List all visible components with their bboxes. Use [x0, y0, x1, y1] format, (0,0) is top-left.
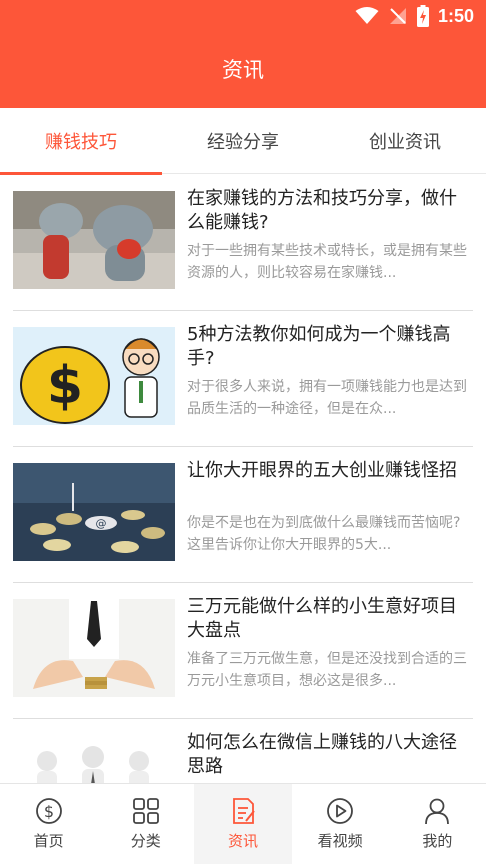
svg-text:@: @	[96, 517, 107, 530]
nav-category[interactable]: 分类	[97, 784, 194, 864]
grid-icon	[132, 798, 159, 824]
nav-home[interactable]: $ 首页	[0, 784, 97, 864]
nav-home-label: 首页	[33, 832, 64, 850]
nav-video-label: 看视频	[317, 832, 363, 850]
list-item[interactable]: 三万元能做什么样的小生意好项目大盘点 准备了三万元做生意，但是还没找到合适的三万…	[13, 583, 473, 719]
play-circle-icon	[327, 798, 354, 824]
bottom-navigation: $ 首页 分类 资讯 看视频 我的	[0, 783, 486, 864]
battery-charging-icon	[416, 5, 429, 27]
document-icon	[233, 798, 255, 824]
article-thumbnail: @	[13, 463, 175, 561]
article-thumbnail	[13, 599, 175, 697]
nav-video[interactable]: 看视频	[292, 784, 389, 864]
status-time: 1:50	[437, 5, 474, 26]
nav-category-label: 分类	[130, 832, 161, 850]
list-item[interactable]: 在家赚钱的方法和技巧分享，做什么能赚钱? 对于一些拥有某些技术或特长，或是拥有某…	[13, 175, 473, 311]
tab-experience-sharing[interactable]: 经验分享	[162, 108, 324, 174]
nav-profile-label: 我的	[422, 832, 453, 850]
tab-startup-news[interactable]: 创业资讯	[324, 108, 486, 174]
tab-money-tips[interactable]: 赚钱技巧	[0, 108, 162, 175]
article-thumbnail	[13, 735, 175, 783]
article-description: 对于一些拥有某些技术或特长，或是拥有某些资源的人，则比较容易在家赚钱...	[187, 243, 467, 281]
list-item[interactable]: 如何怎么在微信上赚钱的八大途径思路	[13, 719, 473, 783]
list-item[interactable]: $ 5种方法教你如何成为一个赚钱高手? 对于很多人来说，拥有一项赚钱能力也是达到…	[13, 311, 473, 447]
article-title: 在家赚钱的方法和技巧分享，做什么能赚钱?	[187, 188, 457, 233]
user-icon	[425, 798, 450, 825]
category-tabs: 赚钱技巧 经验分享 创业资讯	[0, 108, 486, 175]
article-title: 三万元能做什么样的小生意好项目大盘点	[187, 596, 457, 641]
svg-text:$: $	[47, 356, 83, 416]
article-title: 让你大开眼界的五大创业赚钱怪招	[187, 460, 457, 481]
nav-news-label: 资讯	[227, 832, 258, 850]
article-thumbnail	[13, 191, 175, 289]
nav-news[interactable]: 资讯	[194, 784, 292, 864]
article-description: 准备了三万元做生意，但是还没找到合适的三万元小生意项目，想必这是很多...	[187, 651, 467, 689]
app-header: 1:50 资讯	[0, 0, 486, 108]
article-thumbnail: $	[13, 327, 175, 425]
page-title: 资讯	[222, 58, 264, 82]
article-description: 你是不是也在为到底做什么最赚钱而苦恼呢?这里告诉你让你大开眼界的5大...	[187, 515, 461, 553]
nav-profile[interactable]: 我的	[389, 784, 486, 864]
svg-text:$: $	[44, 802, 54, 821]
list-item[interactable]: @ 让你大开眼界的五大创业赚钱怪招 你是不是也在为到底做什么最赚钱而苦恼呢?这里…	[13, 447, 473, 583]
article-title: 5种方法教你如何成为一个赚钱高手?	[187, 324, 451, 369]
status-bar: 1:50	[0, 0, 486, 34]
wifi-icon	[355, 7, 379, 24]
dollar-circle-icon: $	[35, 798, 62, 824]
article-description: 对于很多人来说，拥有一项赚钱能力也是达到品质生活的一种途径，但是在众...	[187, 379, 467, 417]
article-list[interactable]: 在家赚钱的方法和技巧分享，做什么能赚钱? 对于一些拥有某些技术或特长，或是拥有某…	[0, 175, 486, 783]
no-signal-icon	[389, 8, 406, 24]
article-title: 如何怎么在微信上赚钱的八大途径思路	[187, 732, 457, 777]
